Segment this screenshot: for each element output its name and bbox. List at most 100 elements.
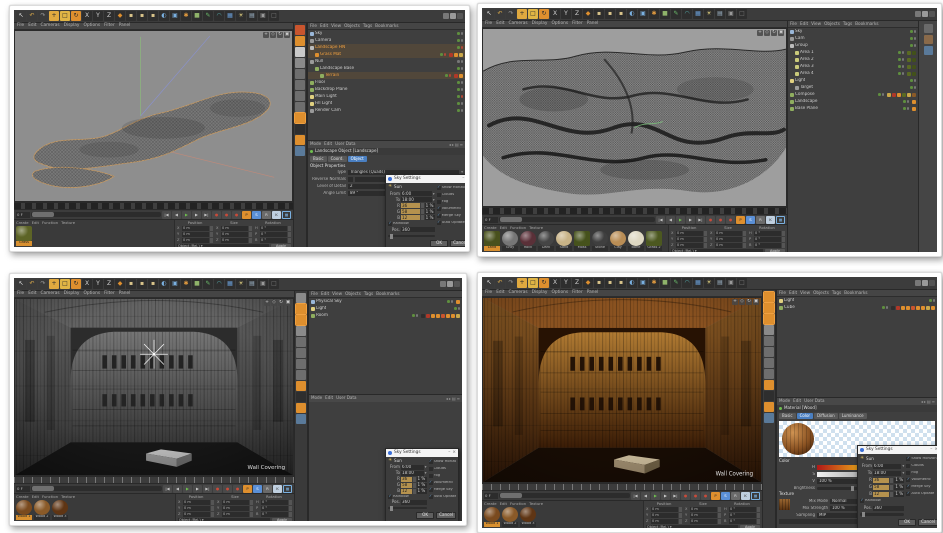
dialog-value-field[interactable]: 36 bbox=[873, 478, 889, 483]
stepper[interactable] bbox=[421, 203, 424, 208]
attr-header-icon[interactable]: ▸ bbox=[449, 397, 451, 401]
dialog-checkbox[interactable] bbox=[429, 467, 433, 471]
object-menu-item[interactable]: Bookmarks bbox=[855, 22, 878, 26]
viewport[interactable]: +◇↻▣ bbox=[482, 28, 787, 207]
visibility-dot[interactable] bbox=[461, 109, 464, 112]
solo-button[interactable]: ▦ bbox=[776, 216, 785, 224]
dialog-dropdown[interactable]: 6:00 bbox=[401, 191, 432, 196]
coord-value-field[interactable]: 0 ° bbox=[729, 519, 756, 524]
stepper[interactable] bbox=[679, 513, 682, 518]
visibility-dot[interactable] bbox=[902, 51, 905, 54]
tag-icon[interactable] bbox=[897, 93, 901, 97]
tag-icon[interactable] bbox=[456, 300, 460, 304]
lock-y-icon[interactable]: ▪ bbox=[616, 278, 626, 288]
key-position-button[interactable]: P bbox=[736, 216, 745, 224]
object-menu-item[interactable]: Bookmarks bbox=[376, 292, 399, 296]
stepper[interactable] bbox=[679, 519, 682, 524]
visibility-dots[interactable] bbox=[910, 44, 916, 47]
viewport-menu-item[interactable]: Panel bbox=[587, 22, 599, 26]
key-position-button[interactable]: P bbox=[711, 492, 720, 500]
pan-view-icon[interactable]: + bbox=[264, 300, 270, 306]
material-menu-item[interactable]: Edit bbox=[32, 495, 39, 499]
visibility-dot[interactable] bbox=[461, 67, 464, 70]
material-menu-item[interactable]: Texture bbox=[529, 502, 543, 506]
dialog-percent-field[interactable]: 1 % bbox=[417, 477, 427, 482]
attr-header-icon[interactable]: ▤ bbox=[927, 400, 931, 404]
object-menu-item[interactable]: File bbox=[790, 22, 797, 26]
tag-icon[interactable] bbox=[912, 107, 916, 111]
goto-end-button[interactable]: ▶| bbox=[671, 492, 680, 500]
y-axis-button[interactable]: Y bbox=[561, 278, 571, 288]
object-row[interactable]: Sky bbox=[308, 30, 465, 37]
sky-environment-icon[interactable]: ▤ bbox=[247, 11, 257, 21]
attr-header-icon[interactable]: ≡ bbox=[932, 400, 935, 404]
goto-end-button[interactable]: ▶| bbox=[202, 211, 211, 219]
visibility-dot[interactable] bbox=[914, 30, 917, 33]
x-axis-button[interactable]: X bbox=[550, 9, 560, 19]
nurbs-icon[interactable]: ◠ bbox=[214, 279, 224, 289]
move-tool-icon[interactable]: + bbox=[517, 278, 527, 288]
cube-primitive-icon[interactable]: ■ bbox=[660, 9, 670, 19]
visibility-dots[interactable] bbox=[929, 299, 935, 302]
timeline-slider-handle[interactable] bbox=[32, 486, 54, 491]
edges-mode-icon[interactable] bbox=[764, 347, 774, 357]
key-param-button[interactable]: K bbox=[273, 485, 282, 493]
dialog-value-field[interactable]: 12 bbox=[401, 489, 412, 494]
pen-spline-icon[interactable]: ✎ bbox=[203, 11, 213, 21]
camera-tool-icon[interactable]: ▣ bbox=[258, 279, 268, 289]
dialog-checkbox[interactable]: ✓ bbox=[437, 221, 441, 225]
rotate-view-icon[interactable]: ↻ bbox=[277, 32, 283, 38]
material-menu-item[interactable]: Texture bbox=[61, 221, 75, 225]
layout-grid-icon[interactable] bbox=[922, 280, 928, 286]
tag-icon[interactable] bbox=[449, 53, 453, 57]
viewport-menu-item[interactable]: Cameras bbox=[41, 24, 60, 28]
mograph-icon[interactable]: ▦ bbox=[693, 9, 703, 19]
rainbow-checkbox[interactable]: ✓ bbox=[388, 222, 392, 226]
object-row[interactable]: Cube bbox=[777, 304, 937, 311]
rainbow-checkbox[interactable]: ✓ bbox=[860, 499, 864, 503]
coord-value-field[interactable]: 0 m bbox=[651, 519, 678, 524]
material-swatch[interactable]: Grass 2 bbox=[646, 231, 662, 251]
visibility-dot[interactable] bbox=[416, 314, 419, 317]
apply-button[interactable]: Apply bbox=[272, 518, 292, 521]
attr-header-icon[interactable]: ◂ bbox=[449, 143, 451, 147]
dialog-checkbox[interactable] bbox=[906, 464, 910, 468]
next-frame-button[interactable]: ▶ bbox=[192, 211, 201, 219]
edges-mode-icon[interactable] bbox=[296, 348, 306, 358]
tag-icon[interactable] bbox=[421, 314, 425, 318]
frame-counter-field[interactable]: 0 F bbox=[484, 217, 498, 223]
sphere-icon[interactable] bbox=[295, 124, 305, 134]
stepper[interactable] bbox=[413, 489, 416, 494]
render-settings-icon[interactable]: ✱ bbox=[649, 278, 659, 288]
dialog-checkbox[interactable]: ✓ bbox=[437, 186, 441, 190]
key-rotation-button[interactable]: R bbox=[262, 211, 271, 219]
cube-primitive-icon[interactable]: ■ bbox=[660, 278, 670, 288]
attr-menu-item[interactable]: User Data bbox=[804, 399, 824, 403]
dialog-pos-field[interactable]: 360 bbox=[401, 500, 427, 505]
dialog-percent-field[interactable]: 1 % bbox=[425, 215, 435, 220]
material-menu-item[interactable]: Function bbox=[42, 221, 58, 225]
layout-close-icon[interactable] bbox=[454, 281, 460, 287]
coord-value-field[interactable]: 0 ° bbox=[261, 512, 288, 517]
visibility-dots[interactable] bbox=[910, 30, 916, 33]
material-menu-item[interactable]: Texture bbox=[61, 495, 75, 499]
undo-icon[interactable]: ↶ bbox=[27, 279, 37, 289]
lock-x-icon[interactable]: ▪ bbox=[137, 279, 147, 289]
points-mode-icon[interactable] bbox=[764, 336, 774, 346]
x-axis-button[interactable]: X bbox=[82, 279, 92, 289]
stepper[interactable] bbox=[250, 512, 253, 517]
monitor-icon[interactable] bbox=[296, 414, 306, 424]
attr-header-icon[interactable]: ≡ bbox=[460, 143, 463, 147]
material-menu-item[interactable]: Function bbox=[510, 502, 526, 506]
visibility-dot[interactable] bbox=[903, 100, 906, 103]
timeline-slider-handle[interactable] bbox=[500, 217, 522, 222]
dialog-value-field[interactable]: 36 bbox=[401, 477, 412, 482]
frame-counter-field[interactable]: 0 F bbox=[484, 493, 498, 499]
workplane-icon[interactable] bbox=[295, 47, 305, 57]
object-menu-item[interactable]: File bbox=[310, 24, 317, 28]
stepper[interactable] bbox=[743, 231, 746, 236]
visibility-dot[interactable] bbox=[461, 88, 464, 91]
material-swatch[interactable]: Sand bbox=[556, 231, 572, 251]
checker-icon[interactable] bbox=[296, 326, 306, 336]
pen-icon[interactable] bbox=[764, 369, 774, 379]
